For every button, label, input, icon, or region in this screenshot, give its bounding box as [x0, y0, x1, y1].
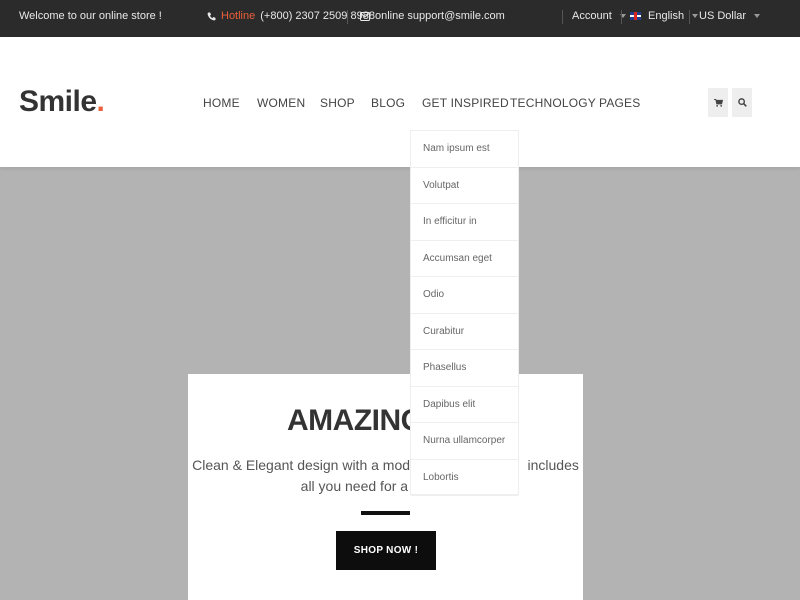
search-icon — [737, 98, 747, 107]
account-label: Account — [572, 10, 612, 22]
language-label: English — [648, 10, 685, 22]
dropdown-item[interactable]: Volutpat — [411, 168, 518, 204]
dropdown-item[interactable]: Nam ipsum est — [411, 131, 518, 168]
dropdown-item[interactable]: Phasellus — [411, 350, 518, 387]
dropdown-item[interactable]: Lobortis — [411, 460, 518, 496]
banner-description: Clean & Elegant design with a modern inc… — [188, 455, 583, 497]
hotline: Hotline (+800) 2307 2509 8988 — [207, 10, 375, 22]
site-header: Smile. HOME WOMEN SHOP BLOG GET INSPIRED… — [0, 37, 800, 167]
nav-item-get-inspired[interactable]: GET INSPIRED — [422, 96, 509, 110]
divider — [562, 10, 563, 24]
email-text: online support@smile.com — [375, 10, 505, 22]
uk-flag-icon — [630, 12, 641, 20]
account-menu[interactable]: Account — [572, 10, 626, 22]
chevron-down-icon — [754, 14, 761, 18]
banner-text-line: all you need for a fashion & — [300, 478, 471, 494]
dropdown-item[interactable]: Curabitur — [411, 314, 518, 350]
nav-item-pages[interactable]: PAGES — [599, 96, 640, 110]
hero-banner: AMAZING O Clean & Elegant design with a … — [188, 374, 583, 600]
get-inspired-dropdown: Nam ipsum est Volutpat In efficitur in A… — [410, 130, 519, 496]
search-button[interactable] — [732, 88, 752, 117]
cart-button[interactable] — [708, 88, 728, 117]
divider — [621, 10, 622, 24]
dropdown-item[interactable]: In efficitur in — [411, 204, 518, 241]
nav-item-blog[interactable]: BLOG — [371, 96, 405, 110]
dropdown-item[interactable]: Accumsan eget — [411, 241, 518, 277]
logo-dot: . — [96, 85, 105, 118]
banner-text-line: Clean & Elegant design with a modern inc… — [192, 457, 579, 473]
hotline-label: Hotline — [221, 10, 256, 22]
envelope-icon — [360, 11, 370, 21]
language-selector[interactable]: English — [630, 10, 699, 22]
welcome-text: Welcome to our online store ! — [19, 10, 162, 22]
dropdown-item[interactable]: Dapibus elit — [411, 387, 518, 423]
hotline-number: (+800) 2307 2509 8988 — [260, 10, 375, 22]
support-email[interactable]: online support@smile.com — [360, 10, 505, 22]
shop-now-button[interactable]: SHOP NOW ! — [336, 531, 436, 570]
top-bar: Welcome to our online store ! Hotline (+… — [0, 0, 800, 37]
nav-item-technology[interactable]: TECHNOLOGY — [510, 96, 596, 110]
nav-item-home[interactable]: HOME — [203, 96, 240, 110]
chevron-down-icon — [692, 14, 699, 18]
nav-item-shop[interactable]: SHOP — [320, 96, 355, 110]
banner-divider — [361, 511, 410, 515]
currency-selector[interactable]: US Dollar — [699, 10, 761, 22]
divider — [689, 10, 690, 24]
currency-label: US Dollar — [699, 10, 747, 22]
cart-icon — [713, 98, 723, 107]
dropdown-item[interactable]: Odio — [411, 277, 518, 314]
dropdown-item[interactable]: Nurna ullamcorper — [411, 423, 518, 460]
site-logo[interactable]: Smile. — [19, 85, 105, 119]
phone-icon — [207, 11, 216, 20]
divider — [347, 10, 348, 24]
nav-item-women[interactable]: WOMEN — [257, 96, 305, 110]
logo-text: Smile — [19, 85, 97, 118]
